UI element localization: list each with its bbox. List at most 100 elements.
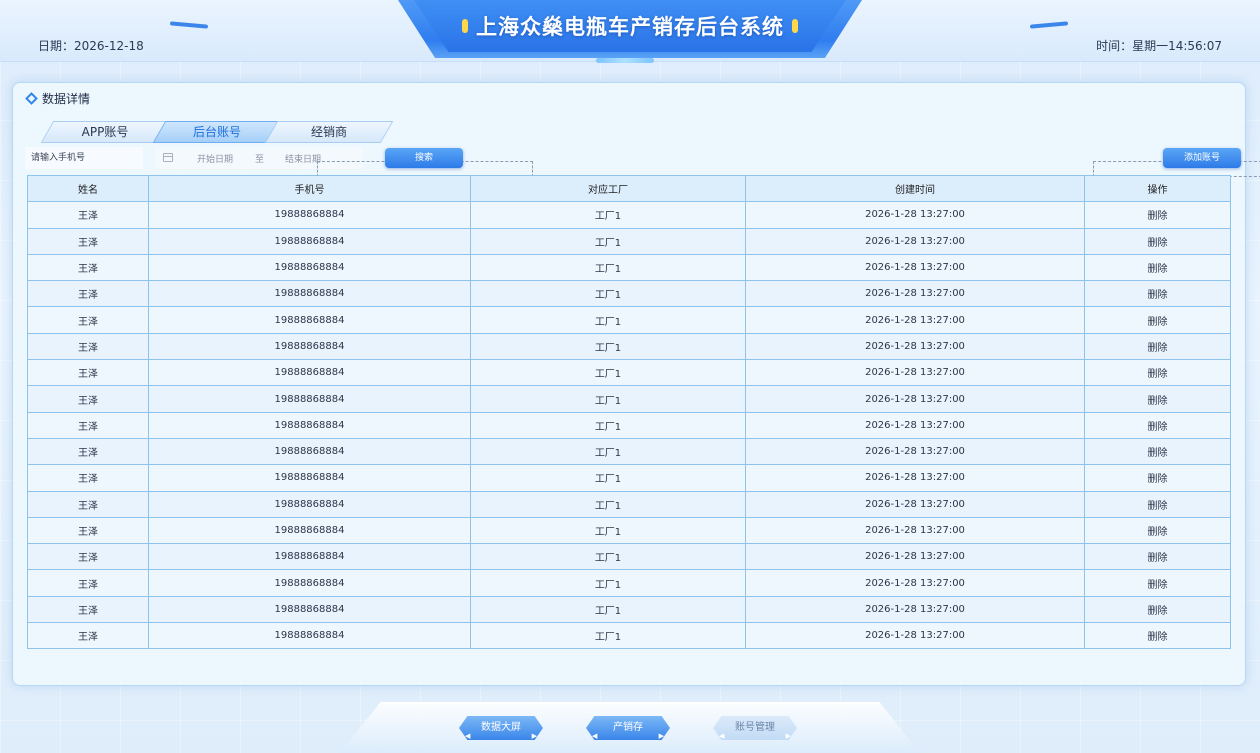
cell-created-time: 2026-1-28 13:27:00 [745,385,1085,413]
cell-created-time: 2026-1-28 13:27:00 [745,253,1085,282]
col-header-created: 创建时间 [745,174,1085,203]
cell-phone: 19888868884 [148,359,471,387]
cell-factory: 工厂1 [470,595,746,624]
table-row: 王泽 19888868884 工厂1 2026-1-28 13:27:00 删除 [27,227,1231,255]
cell-phone: 19888868884 [148,622,471,650]
cell-name: 王泽 [27,332,149,361]
cell-created-time: 2026-1-28 13:27:00 [745,464,1085,492]
delete-link[interactable]: 删除 [1084,622,1231,650]
cell-name: 王泽 [27,280,149,308]
panel-title-wrap: 数据详情 [25,90,91,107]
delete-link[interactable]: 删除 [1084,411,1231,439]
panel-title: 数据详情 [42,92,91,106]
cell-name: 王泽 [27,569,149,597]
cell-name: 王泽 [27,411,149,439]
cell-phone: 19888868884 [148,569,471,597]
cell-created-time: 2026-1-28 13:27:00 [745,543,1085,571]
add-account-button[interactable]: 添加账号 [1163,148,1241,168]
table-row: 王泽 19888868884 工厂1 2026-1-28 13:27:00 删除 [27,359,1231,387]
delete-link[interactable]: 删除 [1084,359,1231,387]
cell-phone: 19888868884 [148,253,471,282]
page-title: 上海众燊电瓶车产销存后台系统 [476,15,784,39]
delete-link[interactable]: 删除 [1084,595,1231,624]
cell-created-time: 2026-1-28 13:27:00 [745,280,1085,308]
cell-created-time: 2026-1-28 13:27:00 [745,595,1085,624]
delete-link[interactable]: 删除 [1084,464,1231,492]
cell-phone: 19888868884 [148,280,471,308]
cell-name: 王泽 [27,437,149,466]
cell-phone: 19888868884 [148,464,471,492]
delete-link[interactable]: 删除 [1084,332,1231,361]
phone-search-input[interactable] [25,147,143,169]
cell-name: 王泽 [27,201,149,229]
table-row: 王泽 19888868884 工厂1 2026-1-28 13:27:00 删除 [27,201,1231,229]
cell-name: 王泽 [27,227,149,255]
cell-name: 王泽 [27,490,149,518]
time-label: 时间：星期一14:56:07 [1096,39,1222,53]
cell-phone: 19888868884 [148,543,471,571]
cell-phone: 19888868884 [148,385,471,413]
range-separator: 至 [255,155,265,165]
cell-created-time: 2026-1-28 13:27:00 [745,622,1085,650]
delete-link[interactable]: 删除 [1084,569,1231,597]
delete-link[interactable]: 删除 [1084,543,1231,571]
cell-created-time: 2026-1-28 13:27:00 [745,332,1085,361]
cell-phone: 19888868884 [148,490,471,518]
table-row: 王泽 19888868884 工厂1 2026-1-28 13:27:00 删除 [27,385,1231,413]
cell-phone: 19888868884 [148,227,471,255]
cell-name: 王泽 [27,359,149,387]
delete-link[interactable]: 删除 [1084,385,1231,413]
nav-data-screen[interactable]: ◀ 数据大屏 ▶ [459,716,543,740]
table-row: 王泽 19888868884 工厂1 2026-1-28 13:27:00 删除 [27,464,1231,492]
table-row: 王泽 19888868884 工厂1 2026-1-28 13:27:00 删除 [27,253,1231,282]
delete-link[interactable]: 删除 [1084,280,1231,308]
start-date-placeholder: 开始日期 [197,155,234,165]
table-row: 王泽 19888868884 工厂1 2026-1-28 13:27:00 删除 [27,516,1231,545]
cell-factory: 工厂1 [470,227,746,255]
delete-link[interactable]: 删除 [1084,227,1231,255]
col-header-name: 姓名 [27,174,149,203]
table-body: 王泽 19888868884 工厂1 2026-1-28 13:27:00 删除 王泽 19… [27,201,1231,650]
delete-link[interactable]: 删除 [1084,516,1231,545]
table-row: 王泽 19888868884 工厂1 2026-1-28 13:27:00 删除 [27,569,1231,597]
cell-phone: 19888868884 [148,332,471,361]
cell-created-time: 2026-1-28 13:27:00 [745,569,1085,597]
nav-label: 数据大屏 [481,722,521,733]
delete-link[interactable]: 删除 [1084,490,1231,518]
cell-factory: 工厂1 [470,411,746,439]
col-header-factory: 对应工厂 [470,174,746,203]
tab-backend-account[interactable]: 后台账号 [152,121,282,143]
cell-factory: 工厂1 [470,437,746,466]
cell-factory: 工厂1 [470,385,746,413]
col-header-phone: 手机号 [148,174,471,203]
cell-name: 王泽 [27,385,149,413]
nav-label: 产销存 [613,722,643,733]
header: 上海众燊电瓶车产销存后台系统 日期：2026-12-18 时间：星期一14:56… [0,0,1260,70]
cell-factory: 工厂1 [470,280,746,308]
cell-factory: 工厂1 [470,201,746,229]
tab-dealer[interactable]: 经销商 [264,121,394,143]
calendar-icon [163,153,173,162]
nav-production-sales[interactable]: ◀ 产销存 ▶ [586,716,670,740]
cell-factory: 工厂1 [470,253,746,282]
cell-factory: 工厂1 [470,306,746,334]
account-table: 姓名 手机号 对应工厂 创建时间 操作 王泽 19888868884 工厂1 2026… [27,174,1231,650]
tab-label: 后台账号 [192,125,241,139]
cell-phone: 19888868884 [148,437,471,466]
search-row: 开始日期 至 结束日期 搜索 添加账号 [25,147,1260,177]
cell-created-time: 2026-1-28 13:27:00 [745,490,1085,518]
search-button[interactable]: 搜索 [385,148,463,168]
cell-phone: 19888868884 [148,306,471,334]
date-label: 日期：2026-12-18 [38,39,144,53]
cell-phone: 19888868884 [148,595,471,624]
cell-factory: 工厂1 [470,332,746,361]
delete-link[interactable]: 删除 [1084,437,1231,466]
delete-link[interactable]: 删除 [1084,201,1231,229]
table-row: 王泽 19888868884 工厂1 2026-1-28 13:27:00 删除 [27,332,1231,361]
tab-label: APP账号 [81,125,129,139]
table-row: 王泽 19888868884 工厂1 2026-1-28 13:27:00 删除 [27,543,1231,571]
delete-link[interactable]: 删除 [1084,306,1231,334]
tab-app-account[interactable]: APP账号 [40,121,170,143]
nav-account-management[interactable]: ◀ 账号管理 ▶ [713,716,797,740]
delete-link[interactable]: 删除 [1084,253,1231,282]
